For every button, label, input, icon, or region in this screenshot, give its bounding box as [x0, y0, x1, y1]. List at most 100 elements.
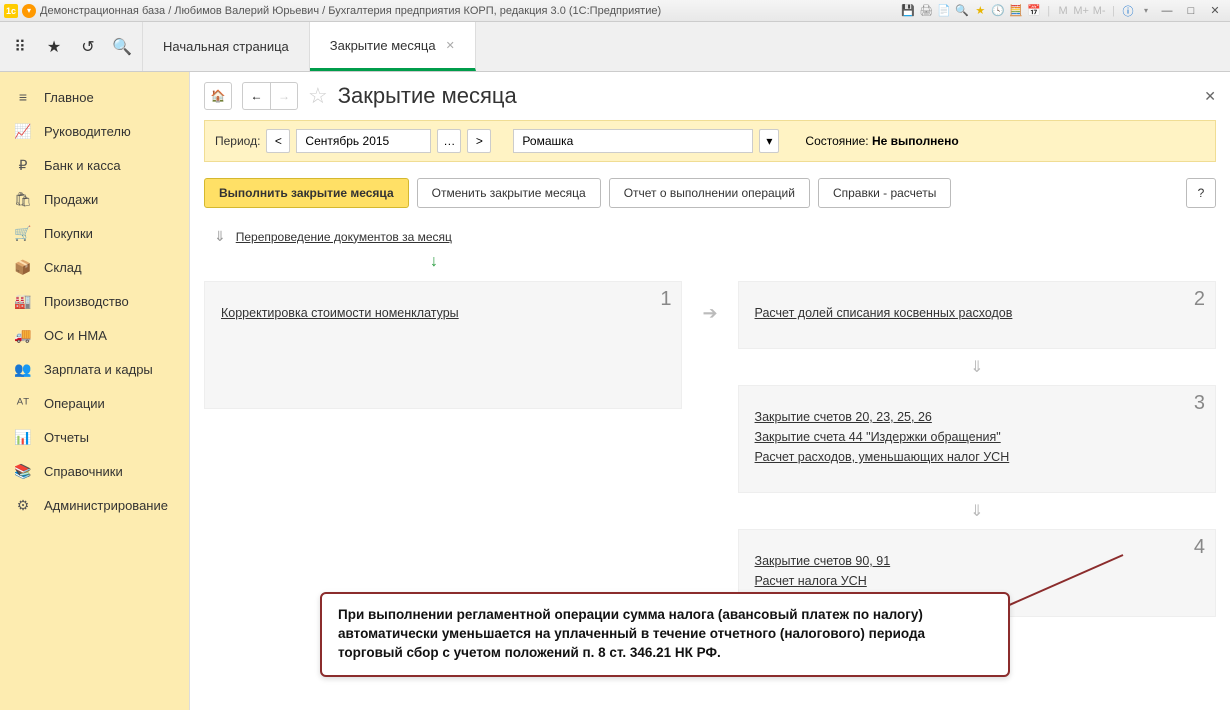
- m-minus-button[interactable]: M-: [1091, 3, 1107, 19]
- step-num: 3: [1194, 392, 1205, 415]
- books-icon: 📚: [14, 462, 32, 480]
- step-num: 1: [660, 288, 671, 311]
- sidebar-item-sales[interactable]: 🛍Продажи: [0, 182, 189, 216]
- execute-button[interactable]: Выполнить закрытие месяца: [204, 178, 409, 208]
- period-field[interactable]: Сентябрь 2015: [296, 129, 431, 153]
- page-title: Закрытие месяца: [338, 83, 517, 109]
- titlebar-text: Демонстрационная база / Любимов Валерий …: [40, 5, 661, 17]
- sidebar-item-label: Отчеты: [44, 430, 89, 445]
- tab-month-close[interactable]: Закрытие месяца ✕: [310, 22, 476, 71]
- sidebar-item-production[interactable]: 🏭 Производство: [0, 284, 189, 318]
- sidebar-item-manager[interactable]: 📈 Руководителю: [0, 114, 189, 148]
- refs-button[interactable]: Справки - расчеты: [818, 178, 951, 208]
- period-next-button[interactable]: >: [467, 129, 491, 153]
- sidebar-item-label: Операции: [44, 396, 105, 411]
- truck-icon: 🚚: [14, 326, 32, 344]
- tab-close-icon[interactable]: ✕: [446, 39, 455, 52]
- sidebar-item-main[interactable]: ≡Главное: [0, 80, 189, 114]
- tabbar: ⠿ ★ ↺ 🔍 Начальная страница Закрытие меся…: [0, 22, 1230, 72]
- sidebar-item-salary[interactable]: 👥Зарплата и кадры: [0, 352, 189, 386]
- apps-icon[interactable]: ⠿: [10, 37, 30, 57]
- close-window-button[interactable]: ✕: [1204, 3, 1226, 19]
- callout-pointer: [998, 550, 1128, 610]
- box-icon: 📦: [14, 258, 32, 276]
- step3-link-1[interactable]: Закрытие счета 44 "Издержки обращения": [755, 430, 1199, 444]
- report-button[interactable]: Отчет о выполнении операций: [609, 178, 810, 208]
- star-icon[interactable]: ★: [44, 37, 64, 57]
- sidebar-item-admin[interactable]: ⚙Администрирование: [0, 488, 189, 522]
- step-3: 3 Закрытие счетов 20, 23, 25, 26 Закрыти…: [738, 385, 1216, 493]
- m-plus-button[interactable]: M+: [1073, 3, 1089, 19]
- step-2: 2 Расчет долей списания косвенных расход…: [738, 281, 1216, 349]
- ruble-icon: ₽: [14, 156, 32, 174]
- step3-link-0[interactable]: Закрытие счетов 20, 23, 25, 26: [755, 410, 1199, 424]
- factory-icon: 🏭: [14, 292, 32, 310]
- org-field[interactable]: Ромашка: [513, 129, 753, 153]
- period-picker-button[interactable]: …: [437, 129, 461, 153]
- favorite-star-icon[interactable]: ☆: [308, 83, 328, 109]
- right-arrow-icon: ➔: [702, 303, 717, 324]
- sidebar-item-catalogs[interactable]: 📚Справочники: [0, 454, 189, 488]
- home-button[interactable]: 🏠: [204, 82, 232, 110]
- sidebar-item-label: Руководителю: [44, 124, 131, 139]
- content-close-button[interactable]: ✕: [1204, 88, 1216, 105]
- app-menu-dropdown-icon[interactable]: ▾: [22, 4, 36, 18]
- chart-icon: 📈: [14, 122, 32, 140]
- list-icon: ≡: [14, 88, 32, 106]
- sidebar-item-purchases[interactable]: 🛒Покупки: [0, 216, 189, 250]
- tab-home-label: Начальная страница: [163, 39, 289, 54]
- gear-icon: ⚙: [14, 496, 32, 514]
- org-dropdown-button[interactable]: ▾: [759, 129, 779, 153]
- period-label: Период:: [215, 134, 260, 148]
- maximize-button[interactable]: □: [1180, 3, 1202, 19]
- info-dd-icon[interactable]: ▾: [1138, 3, 1154, 19]
- history-nav-icon[interactable]: ↺: [78, 37, 98, 57]
- cancel-button[interactable]: Отменить закрытие месяца: [417, 178, 601, 208]
- app-logo-icon: 1c: [4, 4, 18, 18]
- cart-icon: 🛒: [14, 224, 32, 242]
- favorite-icon[interactable]: ★: [972, 3, 988, 19]
- help-button[interactable]: ?: [1186, 178, 1216, 208]
- forward-button[interactable]: →: [270, 82, 298, 110]
- doc-icon[interactable]: 📄: [936, 3, 952, 19]
- state-text: Состояние: Не выполнено: [805, 134, 958, 148]
- print-icon[interactable]: 🖨: [918, 3, 934, 19]
- step4-link-1[interactable]: Расчет налога УСН: [755, 574, 1199, 588]
- sidebar-item-bank[interactable]: ₽Банк и касса: [0, 148, 189, 182]
- step2-link-0[interactable]: Расчет долей списания косвенных расходов: [755, 306, 1199, 320]
- sidebar-item-label: Продажи: [44, 192, 98, 207]
- titlebar: 1c ▾ Демонстрационная база / Любимов Вал…: [0, 0, 1230, 22]
- sidebar-item-reports[interactable]: 📊Отчеты: [0, 420, 189, 454]
- repost-link[interactable]: Перепроведение документов за месяц: [236, 230, 452, 244]
- callout-text: При выполнении регламентной операции сум…: [338, 607, 925, 660]
- calendar-icon[interactable]: 📅: [1026, 3, 1042, 19]
- sidebar-item-label: Производство: [44, 294, 129, 309]
- step-1: 1 Корректировка стоимости номенклатуры: [204, 281, 682, 409]
- compare-icon[interactable]: 🔍: [954, 3, 970, 19]
- back-button[interactable]: ←: [242, 82, 270, 110]
- tab-month-close-label: Закрытие месяца: [330, 38, 436, 53]
- period-prev-button[interactable]: <: [266, 129, 290, 153]
- operations-icon: ᴬᵀ: [14, 394, 32, 412]
- sidebar-item-assets[interactable]: 🚚 ОС и НМА: [0, 318, 189, 352]
- step3-link-2[interactable]: Расчет расходов, уменьшающих налог УСН: [755, 450, 1199, 464]
- history-icon[interactable]: 🕓: [990, 3, 1006, 19]
- step1-link-0[interactable]: Корректировка стоимости номенклатуры: [221, 306, 665, 320]
- calc-icon[interactable]: 🧮: [1008, 3, 1024, 19]
- info-icon[interactable]: ⓘ: [1120, 3, 1136, 19]
- save-icon[interactable]: 💾: [900, 3, 916, 19]
- tab-home[interactable]: Начальная страница: [143, 22, 310, 71]
- sidebar-item-label: Склад: [44, 260, 82, 275]
- sidebar-item-label: ОС и НМА: [44, 328, 107, 343]
- step-num: 2: [1194, 288, 1205, 311]
- step4-link-0[interactable]: Закрытие счетов 90, 91: [755, 554, 1199, 568]
- minimize-button[interactable]: —: [1156, 3, 1178, 19]
- sidebar: ≡Главное 📈 Руководителю ₽Банк и касса 🛍Пр…: [0, 72, 190, 710]
- down-grey-arrow-icon: ⇓: [738, 357, 1216, 377]
- people-icon: 👥: [14, 360, 32, 378]
- down-arrow-icon: ⇓: [214, 228, 226, 245]
- search-icon[interactable]: 🔍: [112, 37, 132, 57]
- sidebar-item-operations[interactable]: ᴬᵀ Операции: [0, 386, 189, 420]
- m-button[interactable]: M: [1055, 3, 1071, 19]
- sidebar-item-warehouse[interactable]: 📦 Склад: [0, 250, 189, 284]
